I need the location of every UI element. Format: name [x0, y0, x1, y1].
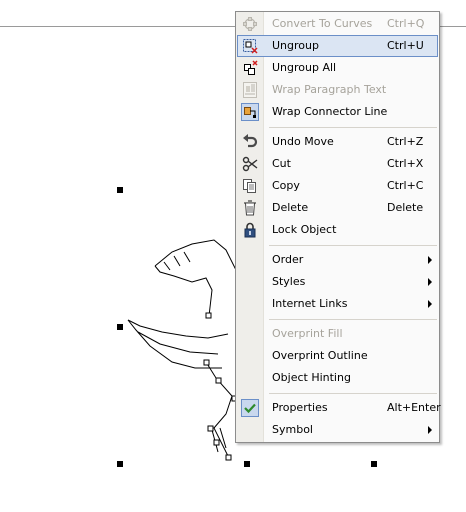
- menu-item-label: Symbol: [272, 423, 313, 436]
- menu-item-shortcut: Delete: [387, 201, 424, 214]
- menu-item-label: Styles: [272, 275, 306, 288]
- menu-item-label: Ungroup All: [272, 61, 337, 74]
- menu-separator: [269, 319, 437, 320]
- menu-item-copy[interactable]: Copy Ctrl+C: [237, 175, 438, 197]
- submenu-arrow-icon: [428, 300, 432, 308]
- undo-icon: [241, 133, 259, 151]
- menu-item-shortcut: Ctrl+Z: [387, 135, 424, 148]
- menu-separator: [269, 127, 437, 128]
- submenu-arrow-icon: [428, 278, 432, 286]
- menu-item-label: Wrap Connector Line: [272, 105, 388, 118]
- menu-item-label: Ungroup: [272, 39, 319, 52]
- menu-item-object-hinting[interactable]: Object Hinting: [237, 367, 438, 389]
- menu-item-cut[interactable]: Cut Ctrl+X: [237, 153, 438, 175]
- menu-item-label: Object Hinting: [272, 371, 351, 384]
- menu-item-shortcut: Ctrl+C: [387, 179, 424, 192]
- menu-item-label: Convert To Curves: [272, 17, 373, 30]
- menu-item-label: Copy: [272, 179, 300, 192]
- context-menu: Convert To Curves Ctrl+Q Ungroup Ctrl+U …: [235, 11, 441, 443]
- menu-item-internet-links[interactable]: Internet Links: [237, 293, 438, 315]
- selection-handle-top-left[interactable]: [117, 187, 123, 193]
- wrap-paragraph-text-icon: [241, 81, 259, 99]
- menu-item-order[interactable]: Order: [237, 249, 438, 271]
- menu-item-ungroup[interactable]: Ungroup Ctrl+U: [237, 35, 438, 57]
- selection-handle-bottom-left[interactable]: [117, 461, 123, 467]
- lock-icon: [241, 221, 259, 239]
- submenu-arrow-icon: [428, 426, 432, 434]
- wrap-connector-line-icon: [241, 103, 259, 121]
- menu-item-undo-move[interactable]: Undo Move Ctrl+Z: [237, 131, 438, 153]
- menu-item-label: Internet Links: [272, 297, 348, 310]
- menu-item-overprint-outline[interactable]: Overprint Outline: [237, 345, 438, 367]
- submenu-arrow-icon: [428, 256, 432, 264]
- menu-item-symbol[interactable]: Symbol: [237, 419, 438, 441]
- menu-item-shortcut: Alt+Enter: [387, 401, 441, 414]
- selection-handle-bottom-center[interactable]: [244, 461, 250, 467]
- menu-item-label: Cut: [272, 157, 291, 170]
- selection-handle-bottom-right[interactable]: [371, 461, 377, 467]
- menu-item-label: Overprint Outline: [272, 349, 368, 362]
- menu-item-shortcut: Ctrl+U: [387, 39, 424, 52]
- menu-item-styles[interactable]: Styles: [237, 271, 438, 293]
- checkmark-icon: [241, 399, 259, 417]
- menu-item-label: Undo Move: [272, 135, 334, 148]
- menu-item-convert-to-curves[interactable]: Convert To Curves Ctrl+Q: [237, 13, 438, 35]
- ungroup-icon: [241, 37, 259, 55]
- menu-item-wrap-connector-line[interactable]: Wrap Connector Line: [237, 101, 438, 123]
- menu-item-wrap-paragraph-text[interactable]: Wrap Paragraph Text: [237, 79, 438, 101]
- trash-icon: [241, 199, 259, 217]
- menu-item-ungroup-all[interactable]: Ungroup All: [237, 57, 438, 79]
- menu-item-overprint-fill[interactable]: Overprint Fill: [237, 323, 438, 345]
- menu-item-properties[interactable]: Properties Alt+Enter: [237, 397, 441, 419]
- menu-item-label: Wrap Paragraph Text: [272, 83, 387, 96]
- menu-item-lock-object[interactable]: Lock Object: [237, 219, 438, 241]
- convert-to-curves-icon: [241, 15, 259, 33]
- menu-separator: [269, 393, 437, 394]
- copy-icon: [241, 177, 259, 195]
- menu-item-label: Properties: [272, 401, 328, 414]
- menu-item-label: Delete: [272, 201, 309, 214]
- selection-handle-middle-left[interactable]: [117, 324, 123, 330]
- menu-item-label: Order: [272, 253, 304, 266]
- scissors-icon: [241, 155, 259, 173]
- ungroup-all-icon: [241, 59, 259, 77]
- menu-item-shortcut: Ctrl+X: [387, 157, 424, 170]
- menu-separator: [269, 245, 437, 246]
- menu-item-label: Overprint Fill: [272, 327, 343, 340]
- menu-item-delete[interactable]: Delete Delete: [237, 197, 438, 219]
- menu-item-shortcut: Ctrl+Q: [387, 17, 425, 30]
- menu-item-label: Lock Object: [272, 223, 337, 236]
